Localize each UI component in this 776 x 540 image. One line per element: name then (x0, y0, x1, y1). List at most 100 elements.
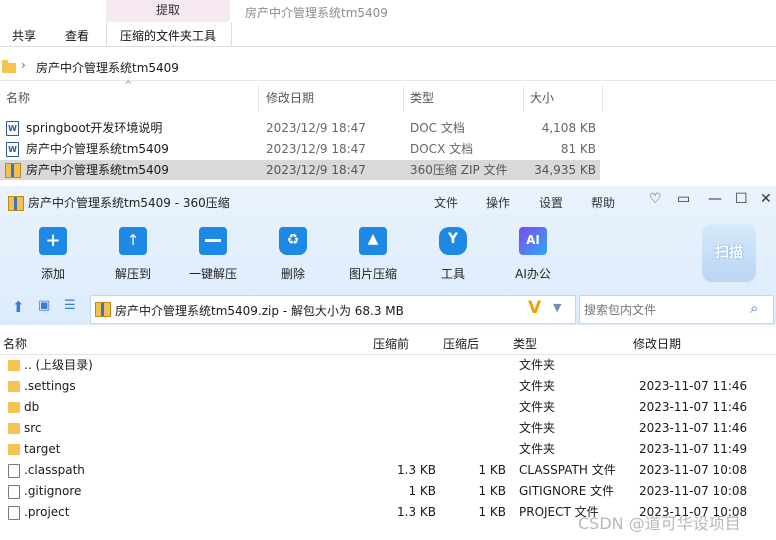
zip-icon (95, 302, 111, 317)
file-type: DOC 文档 (410, 121, 465, 135)
tab-view[interactable]: 查看 (65, 27, 89, 44)
folder-row[interactable]: db 文件夹 2023-11-07 11:46 (0, 397, 776, 418)
folder-row[interactable]: .. (上级目录) 文件夹 (0, 355, 776, 376)
col-before[interactable]: 压缩前 (373, 335, 409, 352)
image-compress-button[interactable]: ▲ 图片压缩 (343, 227, 403, 282)
file-icon (8, 502, 20, 523)
tab-compressed-folder-tools[interactable]: 压缩的文件夹工具 (120, 27, 216, 44)
col-divider[interactable] (258, 86, 259, 112)
folder-icon (8, 376, 20, 397)
thumbnail-view-icon[interactable]: ▣ (38, 298, 50, 313)
search-input[interactable] (582, 299, 746, 320)
maximize-icon[interactable]: ☐ (735, 191, 748, 207)
file-row[interactable]: W springboot开发环境说明 2023/12/9 18:47 DOC 文… (0, 118, 600, 138)
tab-share[interactable]: 共享 (12, 27, 36, 44)
add-button[interactable]: + 添加 (23, 227, 83, 282)
archive-list-header: 名称 压缩前 压缩后 类型 修改日期 (0, 332, 776, 355)
one-click-extract-button[interactable]: 一键解压 (183, 227, 243, 282)
archive-path-text: 房产中介管理系统tm5409.zip - 解包大小为 68.3 MB (115, 304, 404, 318)
file-date: 2023/12/9 18:47 (266, 121, 366, 135)
extract-to-icon: ↑ (119, 227, 147, 255)
word-doc-icon: W (6, 118, 19, 138)
col-type[interactable]: 类型 (410, 84, 434, 112)
row-date: 2023-11-07 11:49 (639, 442, 748, 456)
image-compress-icon: ▲ (359, 227, 387, 255)
row-name: .classpath (24, 463, 85, 477)
word-doc-icon: W (6, 139, 19, 159)
tab-extract-context[interactable]: 提取 (106, 0, 230, 23)
menu-operate[interactable]: 操作 (486, 194, 510, 211)
archive-path-field[interactable]: 房产中介管理系统tm5409.zip - 解包大小为 68.3 MB V ▼ (90, 295, 576, 324)
row-name: src (24, 421, 42, 435)
col-modified[interactable]: 修改日期 (266, 84, 314, 112)
col-name[interactable]: 名称 (6, 84, 30, 112)
folder-icon (8, 418, 20, 439)
row-name: .gitignore (24, 484, 82, 498)
row-after: 1 KB (478, 505, 506, 519)
search-field[interactable]: ⌕ (579, 295, 774, 324)
row-type: 文件夹 (519, 379, 556, 393)
col-modified[interactable]: 修改日期 (633, 335, 681, 352)
row-type: CLASSPATH 文件 (519, 463, 616, 477)
extract-to-button[interactable]: ↑ 解压到 (103, 227, 163, 282)
folder-row[interactable]: .settings 文件夹 2023-11-07 11:46 (0, 376, 776, 397)
file-row[interactable]: .classpath 1.3 KB 1 KB CLASSPATH 文件 2023-11-… (0, 460, 776, 481)
row-date: 2023-11-07 10:08 (639, 484, 748, 498)
file-name: springboot开发环境说明 (26, 121, 163, 135)
tools-icon: Y (439, 227, 467, 255)
address-path[interactable]: 房产中介管理系统tm5409 (36, 59, 179, 76)
file-size: 4,108 KB (541, 121, 596, 135)
folder-icon (2, 60, 16, 76)
tools-button[interactable]: Y 工具 (423, 227, 483, 282)
col-after[interactable]: 压缩后 (443, 335, 479, 352)
folder-icon (8, 355, 20, 376)
col-divider[interactable] (403, 86, 404, 112)
file-size: 81 KB (560, 142, 596, 156)
col-name[interactable]: 名称 (3, 335, 27, 352)
chevron-right-icon[interactable]: › (21, 58, 26, 72)
row-type: 文件夹 (519, 358, 556, 372)
search-icon[interactable]: ⌕ (750, 299, 758, 317)
menu-help[interactable]: 帮助 (591, 194, 615, 211)
delete-icon: ♻ (279, 227, 307, 255)
menu-file[interactable]: 文件 (434, 194, 458, 211)
file-row[interactable]: W 房产中介管理系统tm5409 2023/12/9 18:47 DOCX 文档… (0, 139, 600, 159)
col-divider[interactable] (523, 86, 524, 112)
folder-row[interactable]: src 文件夹 2023-11-07 11:46 (0, 418, 776, 439)
file-icon (8, 460, 20, 481)
close-icon[interactable]: ✕ (760, 191, 772, 207)
skin-icon[interactable]: ♡ (649, 191, 662, 207)
row-type: GITIGNORE 文件 (519, 484, 615, 498)
file-row-selected[interactable]: 房产中介管理系统tm5409 2023/12/9 18:47 360压缩 ZIP… (0, 160, 600, 180)
col-size[interactable]: 大小 (530, 84, 554, 112)
file-date: 2023/12/9 18:47 (266, 142, 366, 156)
minimize-icon[interactable]: — (708, 191, 722, 207)
row-date: 2023-11-07 10:08 (639, 463, 748, 477)
col-divider[interactable] (602, 86, 603, 112)
list-view-icon[interactable]: ☰ (64, 298, 76, 313)
sort-up-icon: ^ (124, 80, 133, 91)
file-name: 房产中介管理系统tm5409 (26, 142, 169, 156)
row-name: .project (24, 505, 70, 519)
file-date: 2023/12/9 18:47 (266, 163, 366, 177)
file-row[interactable]: .gitignore 1 KB 1 KB GITIGNORE 文件 2023-11-07… (0, 481, 776, 502)
zip-window-title: 房产中介管理系统tm5409 - 360压缩 (28, 196, 230, 210)
row-type: 文件夹 (519, 442, 556, 456)
scan-button[interactable]: 扫描 (702, 224, 756, 282)
address-bar[interactable]: › 房产中介管理系统tm5409 (0, 54, 776, 81)
row-after: 1 KB (478, 484, 506, 498)
up-arrow-icon[interactable]: ⬆ (12, 298, 25, 316)
chevron-down-icon[interactable]: ▼ (553, 301, 561, 314)
watermark: CSDN @道可华设项目 (578, 514, 741, 533)
col-type[interactable]: 类型 (513, 335, 537, 352)
row-date: 2023-11-07 11:46 (639, 379, 748, 393)
file-size: 34,935 KB (534, 163, 596, 177)
v-icon[interactable]: V (528, 298, 541, 318)
folder-row[interactable]: target 文件夹 2023-11-07 11:49 (0, 439, 776, 460)
ai-office-button[interactable]: AI AI办公 (503, 227, 563, 282)
menu-settings[interactable]: 设置 (539, 194, 563, 211)
zip-app-icon (8, 196, 24, 211)
feedback-icon[interactable]: ▭ (677, 191, 690, 207)
delete-button[interactable]: ♻ 删除 (263, 227, 323, 282)
row-before: 1.3 KB (397, 463, 436, 477)
